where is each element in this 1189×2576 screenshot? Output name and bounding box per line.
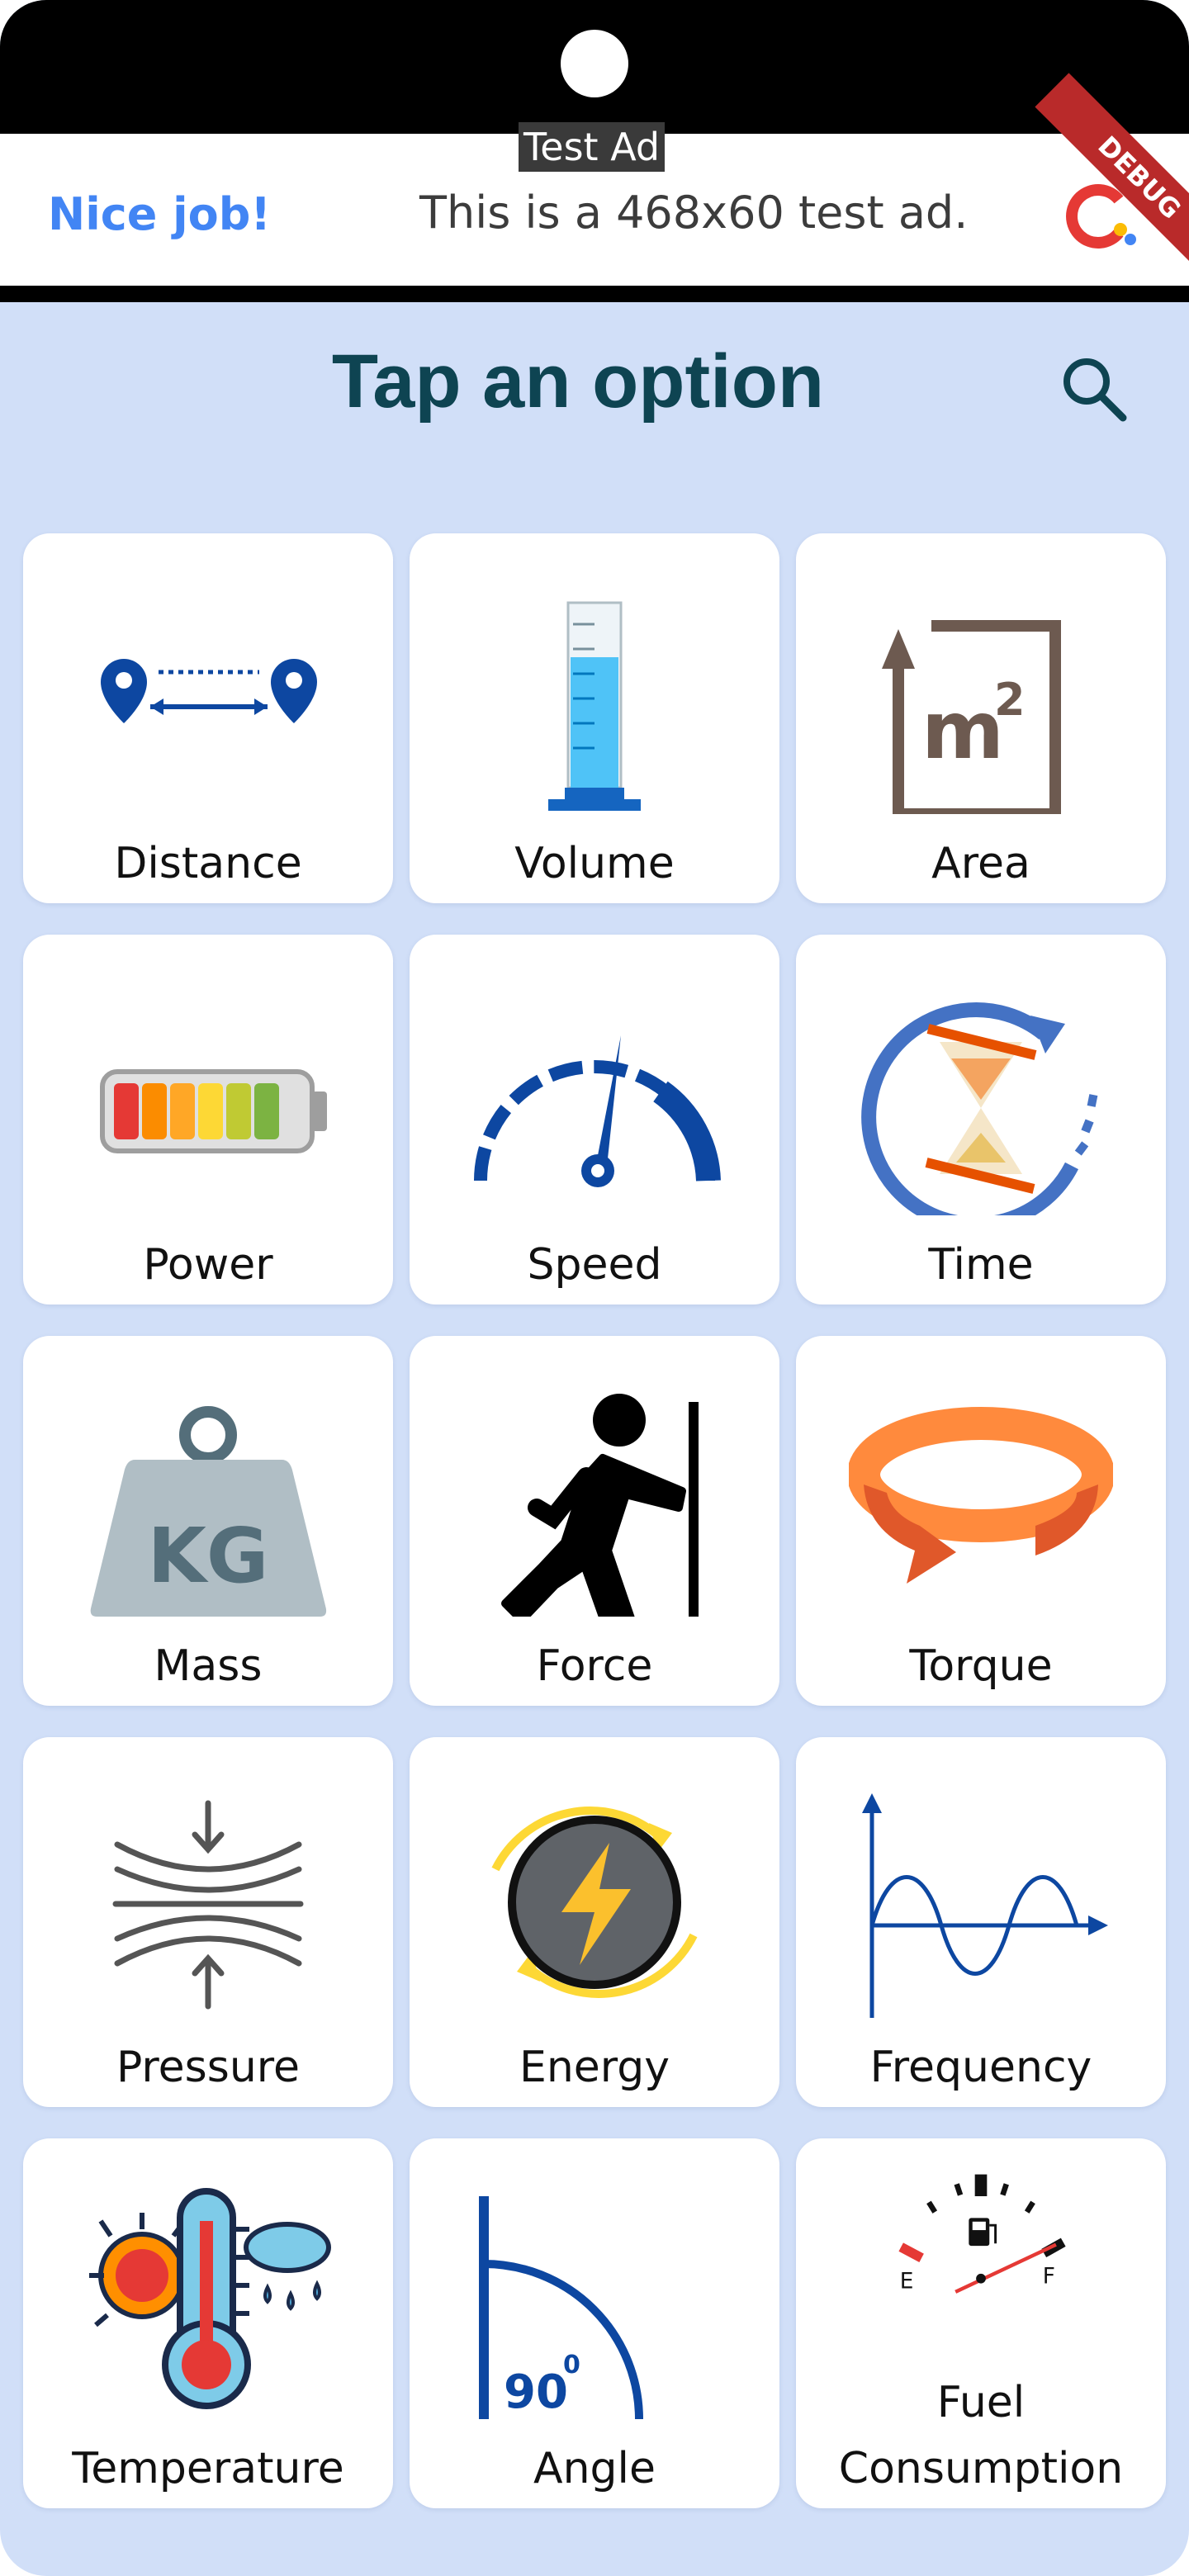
option-time[interactable]: Time	[796, 935, 1166, 1305]
temperature-icon	[89, 2188, 331, 2409]
area-icon: m 2	[882, 620, 1061, 814]
ad-headline[interactable]: Nice job!	[48, 188, 271, 240]
fuel-empty-mark: E	[900, 2268, 914, 2294]
option-label: Temperature	[72, 2444, 344, 2493]
area-unit: m	[921, 684, 1004, 777]
page-title: Tap an option	[331, 339, 825, 424]
option-frequency[interactable]: Frequency	[796, 1737, 1166, 2107]
option-pressure[interactable]: Pressure	[23, 1737, 393, 2107]
option-torque[interactable]: Torque	[796, 1336, 1166, 1706]
option-label: Torque	[909, 1641, 1053, 1691]
energy-icon	[491, 1807, 698, 1998]
search-icon[interactable]	[1055, 350, 1135, 429]
option-label: Speed	[527, 1240, 662, 1290]
angle-degree: 0	[563, 2351, 580, 2379]
speed-icon	[474, 1035, 721, 1187]
option-label: Energy	[519, 2043, 670, 2092]
option-energy[interactable]: Energy	[410, 1737, 779, 2107]
option-label: Mass	[154, 1641, 263, 1691]
pressure-icon	[112, 1800, 304, 2010]
option-angle[interactable]: 90 0 Angle	[410, 2138, 779, 2508]
power-icon	[100, 1069, 327, 1153]
fuel-icon: E F	[898, 2174, 1066, 2294]
camera-cutout	[561, 30, 628, 97]
option-volume[interactable]: Volume	[410, 533, 779, 903]
option-label: Distance	[114, 839, 302, 888]
mass-unit: KG	[148, 1512, 269, 1600]
option-label-line2: Consumption	[838, 2444, 1124, 2493]
option-label: Pressure	[116, 2043, 301, 2092]
app-screen: Test Ad Nice job! This is a 468x60 test …	[0, 0, 1189, 2576]
option-mass[interactable]: KG Mass	[23, 1336, 393, 1706]
angle-value: 90	[504, 2365, 568, 2419]
frequency-icon	[862, 1793, 1108, 2018]
option-label-line1: Fuel	[936, 2378, 1026, 2427]
option-label: Power	[143, 1240, 273, 1290]
option-distance[interactable]: Distance	[23, 533, 393, 903]
option-label: Force	[536, 1641, 653, 1691]
option-power[interactable]: Power	[23, 935, 393, 1305]
area-exponent: 2	[994, 674, 1026, 726]
ad-tag: Test Ad	[519, 122, 666, 172]
option-label: Angle	[533, 2444, 656, 2493]
option-area[interactable]: m 2 Area	[796, 533, 1166, 903]
volume-icon	[548, 601, 641, 811]
angle-icon: 90 0	[479, 2196, 710, 2419]
option-fuel-consumption[interactable]: E F Fuel Consumption	[796, 2138, 1166, 2508]
option-temperature[interactable]: Temperature	[23, 2138, 393, 2508]
option-speed[interactable]: Speed	[410, 935, 779, 1305]
time-icon	[861, 1002, 1098, 1215]
option-label: Frequency	[869, 2043, 1092, 2092]
ad-divider	[0, 286, 1189, 302]
force-icon	[501, 1394, 699, 1617]
mass-icon: KG	[90, 1406, 327, 1617]
ad-text[interactable]: This is a 468x60 test ad.	[419, 187, 968, 239]
option-label: Time	[928, 1240, 1034, 1290]
option-label: Area	[931, 839, 1030, 888]
option-force[interactable]: Force	[410, 1336, 779, 1706]
fuel-full-mark: F	[1043, 2264, 1055, 2290]
option-label: Volume	[514, 839, 675, 888]
distance-icon	[101, 659, 317, 723]
torque-icon	[849, 1407, 1113, 1584]
status-bar	[0, 0, 1189, 134]
